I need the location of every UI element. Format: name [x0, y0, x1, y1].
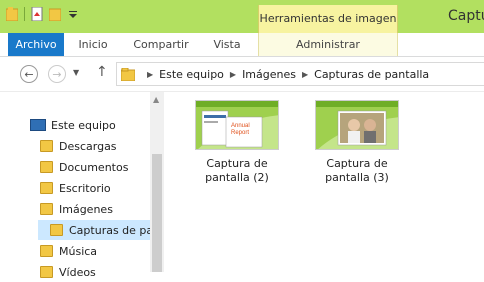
tab-archivo[interactable]: Archivo [8, 33, 64, 56]
nav-item-label: Imágenes [59, 202, 113, 216]
screenshot-preview-image: Annual Report [196, 101, 278, 149]
folder-icon [40, 203, 53, 215]
nav-item-label: Capturas de pa [69, 223, 150, 237]
nav-item-label: Vídeos [59, 265, 96, 279]
tab-administrar[interactable]: Administrar [280, 33, 376, 56]
chevron-right-icon: ▶ [147, 69, 154, 79]
computer-icon [30, 119, 46, 131]
address-box[interactable]: ▶ Este equipo ▶ Imágenes ▶ Capturas de p… [116, 62, 484, 86]
folder-icon [40, 266, 53, 278]
file-name: Captura de pantalla (2) [189, 157, 285, 185]
file-thumbnail [315, 100, 399, 150]
nav-item-musica[interactable]: Música [40, 241, 97, 261]
breadcrumb-este-equipo[interactable]: Este equipo [159, 68, 224, 81]
file-name: Captura de pantalla (3) [309, 157, 405, 185]
thumb-text: Annual [231, 123, 250, 129]
nav-item-label: Escritorio [59, 181, 111, 195]
up-button[interactable]: ↑ [96, 64, 108, 80]
folder-icon [50, 224, 63, 236]
breadcrumb-capturas[interactable]: Capturas de pantalla [314, 68, 429, 81]
thumb-text: Report [231, 130, 249, 136]
folder-icon [40, 140, 53, 152]
nav-item-label: Música [59, 244, 98, 258]
nav-item-label: Este equipo [51, 118, 116, 132]
chevron-right-icon: ▶ [301, 69, 309, 79]
arrow-right-icon: → [52, 67, 62, 81]
file-item[interactable]: Captura de pantalla (3) [309, 100, 405, 185]
sidebar-scrollbar[interactable]: ▲ [150, 92, 164, 272]
nav-item-imagenes[interactable]: Imágenes [40, 199, 113, 219]
folder-icon [40, 161, 53, 173]
arrow-up-icon: ↑ [96, 64, 108, 80]
arrow-left-icon: ← [24, 67, 34, 81]
file-item[interactable]: Annual Report Captura de pantalla (2) [189, 100, 285, 185]
file-name-line: pantalla (2) [205, 171, 269, 184]
back-button[interactable]: ← [20, 65, 38, 83]
file-thumbnail: Annual Report [195, 100, 279, 150]
toolbar-separator [24, 7, 25, 21]
file-name-line: pantalla (3) [325, 171, 389, 184]
nav-item-este-equipo[interactable]: Este equipo [30, 115, 116, 135]
quick-access-toolbar [6, 7, 79, 21]
title-bar: Herramientas de imagen Captu [0, 0, 484, 33]
navigation-bar: ← → ▼ ↑ ▶ Este equipo ▶ Imágenes ▶ Captu… [0, 57, 484, 92]
scroll-up-icon[interactable]: ▲ [153, 95, 159, 104]
folder-icon [121, 67, 135, 81]
tab-vista[interactable]: Vista [204, 33, 250, 56]
nav-item-documentos[interactable]: Documentos [40, 157, 128, 177]
screenshot-preview-image [316, 101, 398, 149]
nav-item-label: Documentos [59, 160, 129, 174]
window-title: Captu [448, 8, 484, 24]
nav-item-videos[interactable]: Vídeos [40, 262, 96, 282]
properties-icon[interactable] [31, 7, 43, 21]
breadcrumb-imagenes[interactable]: Imágenes [242, 68, 296, 81]
file-list: Annual Report Captura de pantalla (2) Ca… [165, 92, 484, 272]
chevron-down-icon: ▼ [73, 68, 80, 77]
file-name-line: Captura de [326, 157, 388, 170]
navigation-pane: Este equipo Descargas Documentos Escrito… [0, 92, 150, 279]
file-name-line: Captura de [206, 157, 268, 170]
tab-compartir[interactable]: Compartir [128, 33, 194, 56]
nav-item-label: Descargas [59, 139, 117, 153]
nav-item-capturas[interactable]: Capturas de pa [38, 220, 150, 240]
customize-dropdown-icon[interactable] [67, 7, 79, 21]
ribbon-tabs: Archivo Inicio Compartir Vista Administr… [0, 33, 484, 57]
tab-inicio[interactable]: Inicio [70, 33, 116, 56]
recent-locations-dropdown[interactable]: ▼ [73, 68, 79, 77]
folder-icon[interactable] [6, 7, 18, 21]
contextual-tab-label: Herramientas de imagen [259, 12, 397, 25]
chevron-right-icon: ▶ [229, 69, 237, 79]
nav-item-descargas[interactable]: Descargas [40, 136, 117, 156]
forward-button[interactable]: → [48, 65, 66, 83]
nav-item-escritorio[interactable]: Escritorio [40, 178, 111, 198]
folder-icon [40, 182, 53, 194]
scrollbar-thumb[interactable] [152, 154, 162, 272]
contextual-tab-group: Herramientas de imagen [258, 5, 398, 33]
folder-icon [40, 245, 53, 257]
new-folder-icon[interactable] [49, 7, 61, 21]
